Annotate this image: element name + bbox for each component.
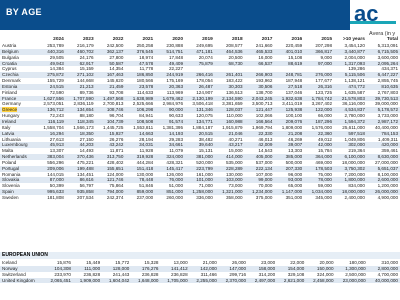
country-name: Finland xyxy=(2,89,18,95)
country-name: Luxembourg xyxy=(2,142,28,148)
value-cell: 2,255,000 xyxy=(189,277,219,284)
country-name: Lithuania xyxy=(2,136,21,142)
page-header: BY AGE ac xyxy=(0,0,400,30)
value-cell: 237,000 xyxy=(136,194,154,200)
value-cell: 2,065,451 xyxy=(43,277,73,284)
data-table-secondary: Iceland 15,876 15,449 15,772 15,328 13,000 21,… xyxy=(0,260,400,284)
country-name: Poland xyxy=(2,159,17,165)
value-cell: 375,000 xyxy=(255,194,273,200)
country-name: Czechia xyxy=(2,72,19,78)
country-name: Malta xyxy=(2,148,14,154)
value-cell: 23,000,000 xyxy=(335,277,368,284)
country-name: Portugal xyxy=(2,165,20,171)
column-header: 2018 xyxy=(231,37,243,42)
column-header: 2022 xyxy=(112,37,124,42)
data-table: 2024 2023 2022 2021 2020 2019 2018 2017 2016 2015… xyxy=(0,36,400,201)
column-header xyxy=(0,36,36,43)
country-name: Austria xyxy=(2,43,17,48)
value-cell: 2,621,000 xyxy=(277,277,307,284)
country-name: Greece xyxy=(2,107,18,113)
country-name: United Kingdom xyxy=(2,277,35,283)
value-cell: 351,000 xyxy=(285,194,303,200)
country-name: Latvia xyxy=(2,130,15,136)
value-cell: 2,370,000 xyxy=(218,277,248,284)
country-name: Slovenia xyxy=(2,183,20,189)
country-name: Belgium xyxy=(2,48,19,54)
brand-logo: ac xyxy=(350,0,400,30)
country-name: Spain xyxy=(2,189,14,195)
column-header: 2023 xyxy=(82,37,94,42)
country-name: Switzerland xyxy=(2,271,26,277)
country-name: Iceland xyxy=(2,260,17,265)
column-header: 2016 xyxy=(291,37,303,42)
country-name: Croatia xyxy=(2,60,17,66)
country-name: France xyxy=(2,95,17,101)
country-name: Denmark xyxy=(2,78,21,84)
country-cell: United Kingdom xyxy=(0,277,44,284)
value-cell: 242,374 xyxy=(106,194,124,200)
country-name: Sweden xyxy=(2,194,19,200)
value-cell: 2,400,000 xyxy=(344,194,365,200)
country-name: Hungary xyxy=(2,113,20,119)
value-cell: 1,648,000 xyxy=(131,277,161,284)
country-name: Netherlands xyxy=(2,154,27,160)
column-header: 2017 xyxy=(261,37,273,42)
value-cell: 2,497,000 xyxy=(248,277,278,284)
country-name: Cyprus xyxy=(2,66,17,72)
section-header: EUROPEAN UNION xyxy=(0,252,400,259)
column-header: >10 years xyxy=(342,37,365,42)
country-name: Estonia xyxy=(2,83,18,89)
value-cell: 207,534 xyxy=(77,194,94,200)
table-header-row: 2024 2023 2022 2021 2020 2019 2018 2017 2016 2015… xyxy=(0,36,400,43)
table-row: United Kingdom 2,065,451 1,909,000 1,604,04… xyxy=(0,277,400,284)
column-header: 2019 xyxy=(202,37,213,42)
country-name: Norway xyxy=(2,265,18,271)
value-cell: 358,000 xyxy=(226,194,243,200)
value-cell: 4,900,000 xyxy=(377,194,398,200)
table-row: Sweden 181,808 207,534 242,374 237,000 260,00… xyxy=(0,195,400,201)
column-header: 2015 xyxy=(321,37,332,42)
column-header: 2020 xyxy=(172,37,184,42)
page-title: BY AGE xyxy=(6,7,42,17)
country-name: Slovakia xyxy=(2,177,20,183)
value-cell: 260,000 xyxy=(166,194,184,200)
country-name: Romania xyxy=(2,171,21,177)
logo-swoosh-icon xyxy=(350,21,396,24)
column-header: Total xyxy=(386,37,398,42)
value-cell: 1,909,000 xyxy=(72,277,103,284)
value-cell: 345,000 xyxy=(315,194,332,200)
country-name: Bulgaria xyxy=(2,54,19,60)
country-cell: Sweden xyxy=(0,195,36,201)
column-header: 2024 xyxy=(53,37,64,42)
value-cell: 336,000 xyxy=(196,194,213,200)
value-cell: 1,604,042 xyxy=(102,277,132,284)
country-name: Germany xyxy=(2,101,21,107)
value-cell: 2,458,000 xyxy=(306,277,336,284)
value-cell: 1,705,000 xyxy=(160,277,190,284)
value-cell: 181,808 xyxy=(47,194,64,200)
country-name: Italy xyxy=(2,124,11,130)
value-cell: 40,000,000 xyxy=(367,277,400,284)
country-name: Ireland xyxy=(2,118,17,124)
column-header: 2021 xyxy=(142,37,154,42)
